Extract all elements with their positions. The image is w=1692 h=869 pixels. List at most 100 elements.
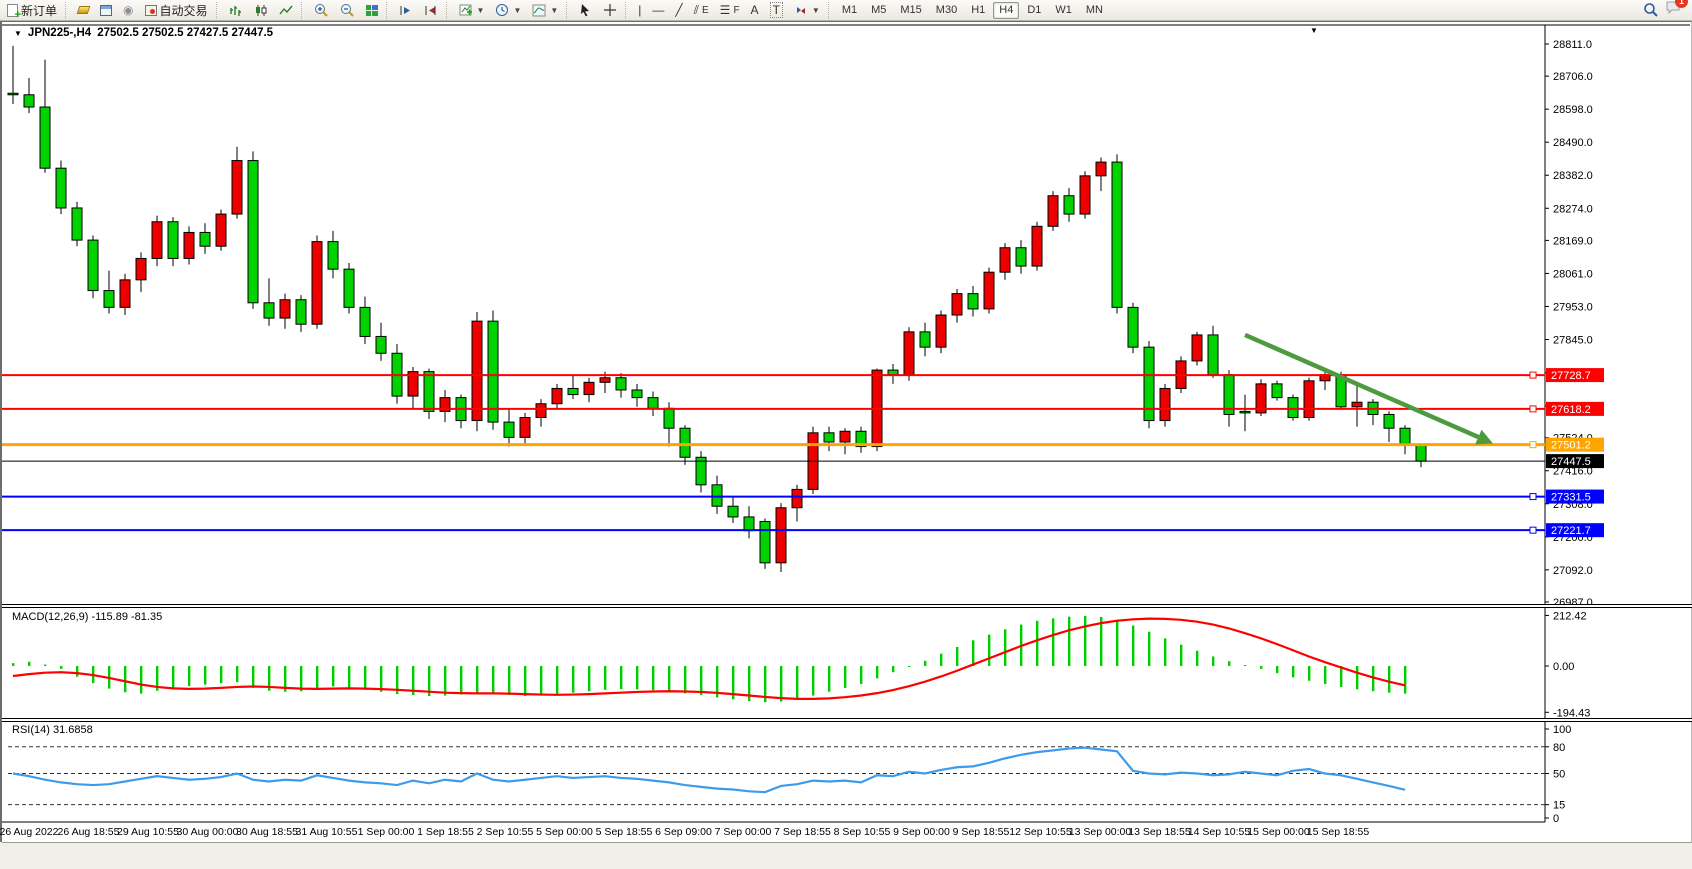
macd-histogram-bar <box>1388 666 1390 693</box>
price-tick-label: 28382.0 <box>1553 170 1593 182</box>
timeframe-d1[interactable]: D1 <box>1021 2 1047 19</box>
candle-body <box>248 161 258 303</box>
candle-body <box>824 433 834 442</box>
auto-scroll-button[interactable] <box>394 1 418 20</box>
chart-shift-icon <box>424 4 438 17</box>
timeframe-h1[interactable]: H1 <box>965 2 991 19</box>
candle-body <box>376 336 386 353</box>
cursor-tool-button[interactable] <box>574 1 597 20</box>
macd-histogram-bar <box>492 666 494 694</box>
auto-scroll-icon <box>399 4 413 17</box>
timeframe-m1[interactable]: M1 <box>836 2 863 19</box>
macd-histogram-bar <box>188 666 190 686</box>
line-chart-mode-button[interactable] <box>274 1 298 20</box>
fibonacci-tool-button[interactable]: ☰F <box>715 1 745 20</box>
vline-tool-button[interactable]: | <box>633 1 646 20</box>
candle-body <box>56 168 66 208</box>
candle-body <box>1128 307 1138 347</box>
macd-histogram-bar <box>1260 666 1262 669</box>
autotrade-button[interactable]: 自动交易 <box>140 1 213 20</box>
macd-histogram-bar <box>124 666 126 692</box>
crosshair-tool-button[interactable] <box>598 1 622 20</box>
level-line-handle[interactable] <box>1530 372 1536 378</box>
broadcast-button[interactable]: ◉ <box>118 1 138 20</box>
dropdown-arrow-icon: ▼ <box>550 6 558 15</box>
notifications-button[interactable]: 1 <box>1665 0 1682 20</box>
rsi-indicator-label: RSI(14) 31.6858 <box>12 724 93 736</box>
timeframe-h4[interactable]: H4 <box>993 2 1019 19</box>
time-axis-label: 30 Aug 00:00 <box>177 826 239 838</box>
level-line-handle[interactable] <box>1530 494 1536 500</box>
level-line-handle[interactable] <box>1530 527 1536 533</box>
new-order-button[interactable]: 新订单 <box>2 1 62 20</box>
chart-shift-button[interactable] <box>419 1 443 20</box>
hline-tool-button[interactable]: — <box>647 1 669 20</box>
tile-windows-button[interactable] <box>361 1 383 20</box>
rsi-line <box>13 748 1405 793</box>
search-icon[interactable] <box>1643 2 1659 18</box>
text-tool-icon: A <box>751 3 759 17</box>
price-tick-label: 27092.0 <box>1553 565 1593 577</box>
trendline-tool-button[interactable]: ╱ <box>670 1 687 20</box>
toolbar-separator <box>65 2 70 19</box>
periods-button[interactable]: ▼ <box>490 1 526 20</box>
time-axis-label: 1 Sep 00:00 <box>358 826 415 838</box>
zoom-out-button[interactable] <box>335 1 360 20</box>
candle-body <box>600 378 610 383</box>
market-depth-button[interactable] <box>73 1 94 20</box>
timeframe-w1[interactable]: W1 <box>1049 2 1078 19</box>
symbol-dropdown-icon[interactable]: ▼ <box>14 29 22 38</box>
macd-histogram-bar <box>860 666 862 684</box>
timeframe-m30[interactable]: M30 <box>930 2 963 19</box>
text-tool-button[interactable]: A <box>746 1 764 20</box>
fibonacci-icon: ☰ <box>720 3 731 17</box>
cursor-icon <box>579 3 592 17</box>
candle-body <box>840 431 850 442</box>
macd-histogram-bar <box>1292 666 1294 677</box>
candle-body <box>1272 384 1282 398</box>
time-axis-label: 7 Sep 18:55 <box>774 826 831 838</box>
time-axis-label: 7 Sep 00:00 <box>715 826 772 838</box>
label-tool-button[interactable]: T <box>765 1 788 20</box>
toolbar-separator <box>216 2 221 19</box>
candle-body <box>984 272 994 309</box>
macd-histogram-bar <box>556 666 558 694</box>
candlestick-mode-button[interactable] <box>249 1 273 20</box>
arrows-tool-button[interactable]: ▼ <box>789 1 825 20</box>
time-axis-label: 12 Sep 10:55 <box>1009 826 1071 838</box>
candle-body <box>504 422 514 437</box>
macd-histogram-bar <box>1276 666 1278 673</box>
time-axis-label: 9 Sep 18:55 <box>953 826 1010 838</box>
level-line-handle[interactable] <box>1530 406 1536 412</box>
chart-shift-marker[interactable]: ▼ <box>1310 26 1318 35</box>
candle-body <box>792 489 802 507</box>
zoom-in-button[interactable] <box>309 1 334 20</box>
candle-body <box>1048 196 1058 227</box>
toolbar-separator <box>386 2 391 19</box>
macd-histogram-bar <box>780 666 782 701</box>
time-axis-label: 13 Sep 00:00 <box>1069 826 1131 838</box>
macd-histogram-bar <box>1004 629 1006 666</box>
pane-splitter-rsi[interactable] <box>2 718 1692 722</box>
timeframe-m5[interactable]: M5 <box>865 2 892 19</box>
tile-windows-icon <box>366 5 378 16</box>
price-tick-label: 28061.0 <box>1553 268 1593 280</box>
chart-ohlc-values: 27502.5 27502.5 27427.5 27447.5 <box>97 27 273 39</box>
terminal-button[interactable] <box>95 1 117 20</box>
indicators-button[interactable]: ▼ <box>454 1 490 20</box>
timeframe-mn[interactable]: MN <box>1080 2 1109 19</box>
level-line-handle[interactable] <box>1530 442 1536 448</box>
macd-histogram-bar <box>844 666 846 688</box>
candle-body <box>88 240 98 290</box>
pane-splitter-macd[interactable] <box>2 604 1692 608</box>
bar-chart-mode-button[interactable] <box>224 1 248 20</box>
channel-tool-button[interactable]: ⫽E <box>689 1 714 20</box>
templates-button[interactable]: ▼ <box>527 1 563 20</box>
candle-body <box>328 242 338 270</box>
candle-body <box>168 222 178 259</box>
candle-body <box>72 208 82 240</box>
candle-body <box>312 242 322 325</box>
toolbar-separator <box>301 2 306 19</box>
macd-histogram-bar <box>220 666 222 683</box>
timeframe-m15[interactable]: M15 <box>894 2 927 19</box>
